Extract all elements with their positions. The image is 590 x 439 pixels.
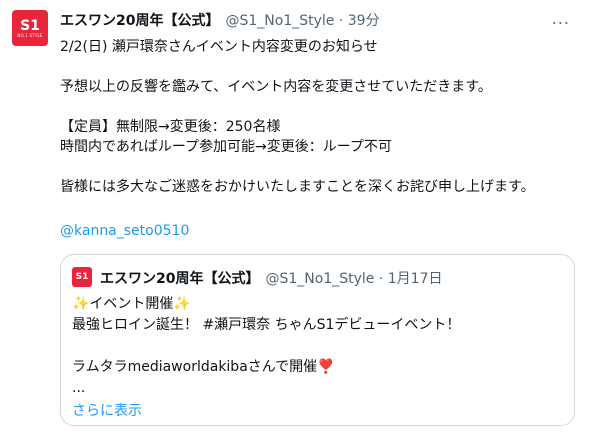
header-separator: · — [338, 13, 344, 29]
mention-link[interactable]: @kanna_seto0510 — [60, 223, 189, 239]
quoted-text: ✨イベント開催✨ 最強ヒロイン誕生！ #瀬戸環奈 ちゃんS1デビューイベント！ … — [72, 296, 461, 396]
quoted-author-name: エスワン20周年【公式】 — [100, 271, 260, 287]
quoted-separator: · — [378, 271, 384, 287]
quoted-author-avatar: S1 NO.1 STYLE — [72, 267, 92, 287]
show-more-link[interactable]: さらに表示 — [72, 400, 142, 420]
quoted-date: 1月17日 — [387, 271, 443, 287]
quoted-avatar-brand: S1 — [75, 272, 89, 282]
author-handle[interactable]: @S1_No1_Style — [225, 13, 334, 29]
tweet-time[interactable]: 39分 — [348, 13, 380, 29]
quoted-author-handle: @S1_No1_Style — [265, 271, 375, 287]
avatar-brand: S1 — [20, 17, 40, 34]
avatar-sub: NO.1 STYLE — [17, 32, 43, 38]
more-options-icon[interactable]: ... — [552, 9, 570, 28]
author-avatar[interactable]: S1 NO.1 STYLE — [12, 10, 48, 46]
tweet-text: 2/2(日) 瀬戸環奈さんイベント内容変更のお知らせ 予想以上の反響を鑑みて、イ… — [60, 39, 535, 195]
author-name[interactable]: エスワン20周年【公式】 — [60, 13, 219, 29]
quoted-header: エスワン20周年【公式】 @S1_No1_Style · 1月17日 — [100, 268, 442, 288]
tweet-header: エスワン20周年【公式】 @S1_No1_Style · 39分 — [60, 10, 380, 30]
